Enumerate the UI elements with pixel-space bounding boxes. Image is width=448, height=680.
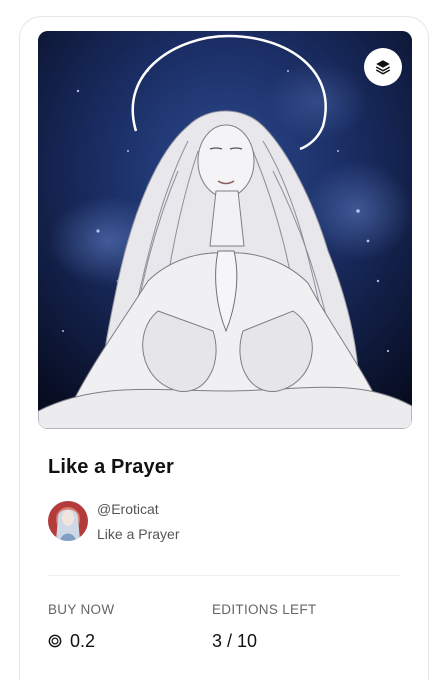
artwork-illustration (38, 31, 412, 429)
divider (48, 575, 400, 576)
buy-now-stat[interactable]: BUY NOW 0.2 (48, 602, 114, 651)
artwork-title[interactable]: Like a Prayer (48, 456, 174, 479)
nft-card[interactable]: Like a Prayer @Eroticat Like a Prayer BU… (19, 16, 429, 680)
page: Like a Prayer @Eroticat Like a Prayer BU… (0, 0, 448, 680)
creator-avatar[interactable] (48, 501, 88, 541)
editions-left-label: EDITIONS LEFT (212, 602, 317, 617)
layers-button[interactable] (364, 48, 402, 86)
tezos-icon (48, 634, 62, 648)
layers-icon (375, 60, 391, 75)
artwork-image[interactable] (38, 31, 412, 429)
creator-subtitle: Like a Prayer (97, 525, 180, 542)
editions-stat: EDITIONS LEFT 3 / 10 (212, 602, 316, 651)
creator-row[interactable]: @Eroticat Like a Prayer (48, 499, 179, 543)
buy-now-label: BUY NOW (48, 602, 115, 617)
avatar-image (48, 501, 88, 541)
price-value: 0.2 (70, 631, 96, 651)
creator-handle[interactable]: @Eroticat (97, 500, 179, 518)
editions-value: 3 / 10 (212, 631, 258, 651)
